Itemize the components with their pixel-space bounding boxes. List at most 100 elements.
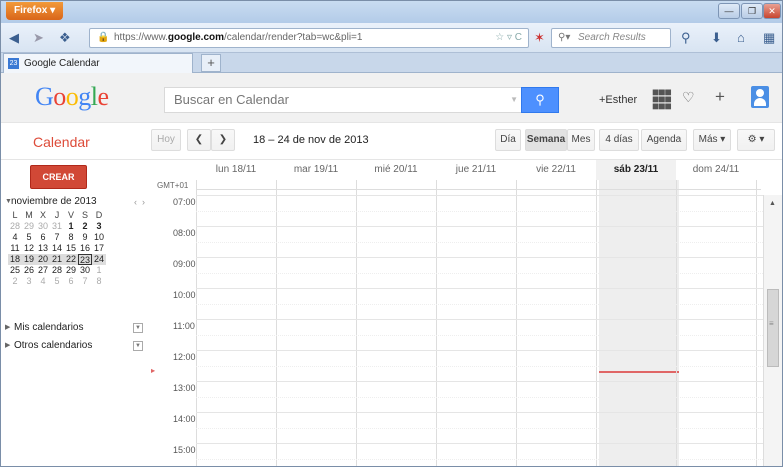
mini-calendar-day[interactable]: 8 <box>92 276 106 287</box>
hour-slot-row[interactable] <box>196 443 763 466</box>
search-engine-icon[interactable]: ⚲▾ <box>558 29 570 47</box>
firefox-menu-button[interactable]: Firefox ▾ <box>6 2 64 20</box>
hour-slot-row[interactable] <box>196 319 763 350</box>
settings-button[interactable]: ⚙ ▾ <box>737 129 775 151</box>
scroll-up-icon[interactable]: ▲ <box>769 200 776 207</box>
back-icon[interactable]: ◀ <box>9 30 19 46</box>
view-4days-button[interactable]: 4 días <box>599 129 639 151</box>
mini-calendar-day[interactable]: 6 <box>36 232 50 243</box>
mini-calendar-day[interactable]: 3 <box>22 276 36 287</box>
new-tab-button[interactable]: + <box>201 54 221 72</box>
minimize-icon[interactable]: — <box>718 3 740 19</box>
mini-calendar-day[interactable]: 11 <box>8 243 22 254</box>
view-day-button[interactable]: Día <box>495 129 521 151</box>
mini-calendar-day[interactable]: 14 <box>50 243 64 254</box>
mini-calendar-day[interactable]: 16 <box>78 243 92 254</box>
mini-calendar-day[interactable]: 27 <box>36 265 50 276</box>
mini-calendar-day[interactable]: 1 <box>92 265 106 276</box>
mini-calendar-day[interactable]: 21 <box>50 254 64 265</box>
mini-calendar-day[interactable]: 24 <box>92 254 106 265</box>
user-plus-link[interactable]: +Esther <box>599 94 637 106</box>
google-logo[interactable]: Google <box>35 82 109 112</box>
mini-calendar-day[interactable]: 1 <box>64 221 78 232</box>
tab-google-calendar[interactable]: 23 Google Calendar <box>3 53 193 73</box>
notifications-bell-icon[interactable]: ♡ <box>682 89 695 106</box>
mini-calendar-day[interactable]: 23 <box>78 254 92 265</box>
today-button[interactable]: Hoy <box>151 129 181 151</box>
mini-calendar-nav-icon[interactable]: ‹ › <box>134 195 145 209</box>
day-header[interactable]: vie 22/11 <box>516 160 596 180</box>
avatar[interactable] <box>751 86 769 108</box>
mini-calendar-day[interactable]: 25 <box>8 265 22 276</box>
mini-calendar-day[interactable]: 5 <box>50 276 64 287</box>
other-calendars-section[interactable]: ▶ Otros calendarios ▼ <box>5 339 143 353</box>
bookmark-star-icon[interactable]: ☆ ▿ C <box>495 29 522 47</box>
scrollbar-thumb[interactable] <box>767 289 779 367</box>
day-header[interactable]: mar 19/11 <box>276 160 356 180</box>
calendar-search-input[interactable]: Buscar en Calendar ▼ <box>164 87 527 113</box>
collapse-arrow-icon[interactable]: ▼ <box>5 195 12 209</box>
mini-calendar-day[interactable]: 8 <box>64 232 78 243</box>
create-event-button[interactable]: CREAR <box>30 165 87 189</box>
mini-calendar-day[interactable]: 29 <box>22 221 36 232</box>
mini-calendar-day[interactable]: 20 <box>36 254 50 265</box>
view-week-button[interactable]: Semana <box>525 129 567 151</box>
identity-icon[interactable]: ❖ <box>59 30 71 46</box>
my-calendars-section[interactable]: ▶ Mis calendarios ▼ <box>5 321 143 335</box>
search-go-icon[interactable]: ⚲ <box>681 30 691 46</box>
hour-slot-row[interactable] <box>196 257 763 288</box>
mini-calendar-day[interactable]: 29 <box>64 265 78 276</box>
mini-calendar-day[interactable]: 10 <box>92 232 106 243</box>
mini-calendar-day[interactable]: 26 <box>22 265 36 276</box>
more-button[interactable]: Más ▾ <box>693 129 731 151</box>
maximize-icon[interactable]: ❐ <box>741 3 763 19</box>
browser-search-input[interactable]: ⚲▾ Search Results <box>551 28 671 48</box>
mini-calendar-day[interactable]: 28 <box>50 265 64 276</box>
close-window-icon[interactable]: ✕ <box>763 3 781 19</box>
hour-slot-row[interactable] <box>196 288 763 319</box>
mini-calendar-day[interactable]: 18 <box>8 254 22 265</box>
mini-calendar-day[interactable]: 30 <box>36 221 50 232</box>
mini-calendar-day[interactable]: 7 <box>78 276 92 287</box>
apps-grid-icon[interactable]: ■■■ ■■■ ■■■ <box>652 86 672 112</box>
search-options-dropdown-icon[interactable]: ▼ <box>510 88 518 112</box>
mini-calendar-day[interactable]: 7 <box>50 232 64 243</box>
app-title[interactable]: Calendar <box>33 134 90 150</box>
day-header[interactable]: jue 21/11 <box>436 160 516 180</box>
hour-slot-row[interactable] <box>196 381 763 412</box>
grid-scrollbar[interactable]: ▲ ≡ <box>763 195 782 466</box>
day-header[interactable]: dom 24/11 <box>676 160 756 180</box>
search-button[interactable]: ⚲ <box>521 87 559 113</box>
mini-calendar-day[interactable]: 3 <box>92 221 106 232</box>
mini-calendar-day[interactable]: 31 <box>50 221 64 232</box>
mini-calendar-day[interactable]: 22 <box>64 254 78 265</box>
forward-icon[interactable]: ➤ <box>33 30 44 46</box>
mini-calendar-day[interactable]: 9 <box>78 232 92 243</box>
mini-calendar-day[interactable]: 4 <box>36 276 50 287</box>
mini-calendar-day[interactable]: 28 <box>8 221 22 232</box>
mini-calendar-day[interactable]: 2 <box>8 276 22 287</box>
view-month-button[interactable]: Mes <box>567 129 595 151</box>
addon-icon[interactable]: ✶ <box>534 30 545 46</box>
mini-calendar-day[interactable]: 30 <box>78 265 92 276</box>
previous-period-button[interactable]: ❮ <box>187 129 211 151</box>
url-bar[interactable]: 🔒 https://www.google.com/calendar/render… <box>89 28 529 48</box>
other-calendars-menu-icon[interactable]: ▼ <box>133 341 143 351</box>
view-agenda-button[interactable]: Agenda <box>641 129 687 151</box>
hour-slot-row[interactable] <box>196 350 763 381</box>
hour-slot-row[interactable] <box>196 195 763 226</box>
tools-icon[interactable]: ▦ <box>763 30 775 46</box>
day-header[interactable]: lun 18/11 <box>196 160 276 180</box>
day-header[interactable]: sáb 23/11 <box>596 160 676 180</box>
mini-calendar-month[interactable]: noviembre de 2013 <box>11 196 97 207</box>
mini-calendar-day[interactable]: 13 <box>36 243 50 254</box>
share-plus-icon[interactable]: + <box>715 87 725 107</box>
download-icon[interactable]: ⬇ <box>711 30 722 46</box>
home-icon[interactable]: ⌂ <box>737 30 745 45</box>
hour-slot-row[interactable] <box>196 412 763 443</box>
my-calendars-menu-icon[interactable]: ▼ <box>133 323 143 333</box>
mini-calendar-day[interactable]: 5 <box>22 232 36 243</box>
mini-calendar-day[interactable]: 17 <box>92 243 106 254</box>
hour-slot-row[interactable] <box>196 226 763 257</box>
mini-calendar-day[interactable]: 4 <box>8 232 22 243</box>
